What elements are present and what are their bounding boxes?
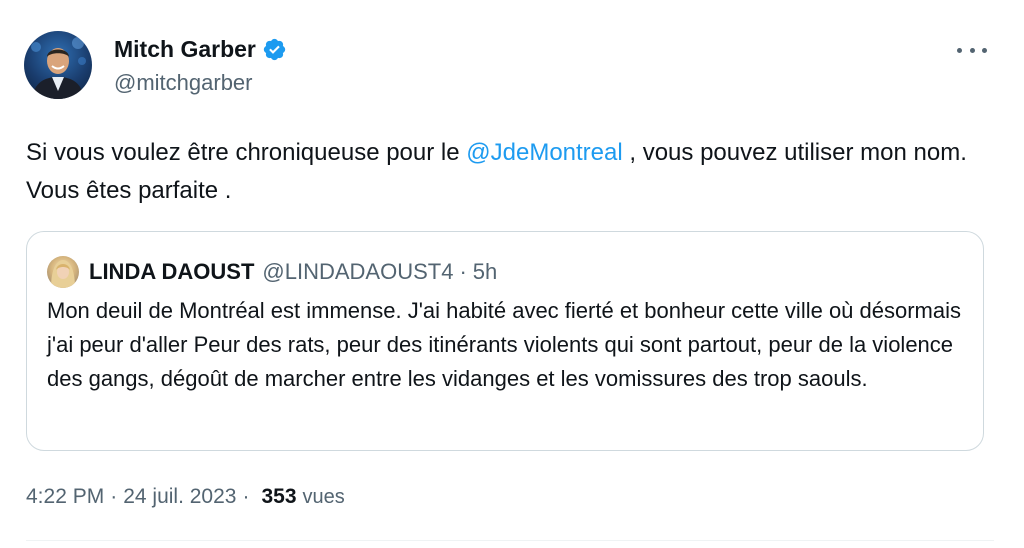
author-name-row: Mitch Garber [114, 34, 287, 64]
views-label: vues [302, 486, 345, 508]
more-options-icon[interactable] [957, 40, 987, 60]
tweet-card: Mitch Garber @mitchgarber Si vous voulez… [0, 0, 1024, 548]
tweet-time[interactable]: 4:22 PM [26, 482, 104, 512]
quoted-tweet-header: LINDA DAOUST @LINDADAOUST4 · 5h [47, 256, 497, 288]
quoted-author-handle[interactable]: @LINDADAOUST4 [262, 259, 453, 285]
quoted-tweet-text: Mon deuil de Montréal est immense. J'ai … [47, 298, 962, 391]
verified-badge-icon[interactable] [262, 37, 287, 62]
tweet-date[interactable]: 24 juil. 2023 [123, 482, 236, 512]
quoted-timestamp[interactable]: 5h [473, 259, 497, 285]
quoted-tweet[interactable]: LINDA DAOUST @LINDADAOUST4 · 5h Mon deui… [26, 231, 984, 451]
author-display-name[interactable]: Mitch Garber [114, 34, 256, 64]
quoted-separator: · [459, 259, 467, 284]
more-dot [957, 47, 962, 53]
divider [26, 540, 994, 541]
quoted-author-avatar[interactable] [47, 256, 79, 288]
author-handle[interactable]: @mitchgarber [114, 68, 253, 98]
more-dot [982, 47, 987, 53]
tweet-text: Si vous voulez être chroniqueuse pour le… [26, 134, 986, 210]
tweet-meta: 4:22 PM · 24 juil. 2023 · 353 vues [26, 482, 345, 512]
meta-separator: · [110, 485, 118, 508]
mention-link[interactable]: @JdeMontreal [466, 139, 622, 166]
meta-separator: · [242, 485, 250, 508]
views-count[interactable]: 353 [261, 482, 296, 512]
author-avatar[interactable] [24, 31, 92, 99]
tweet-text-before: Si vous voulez être chroniqueuse pour le [26, 139, 467, 166]
more-dot [969, 47, 975, 53]
quoted-author-name[interactable]: LINDA DAOUST [89, 259, 254, 285]
